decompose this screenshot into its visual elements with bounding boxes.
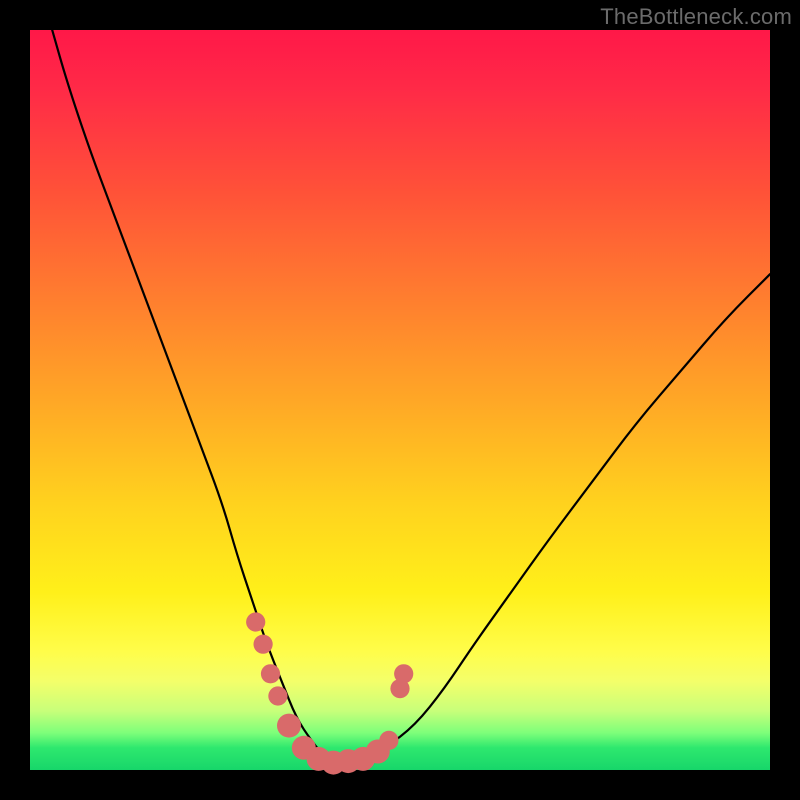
curve-marker [379, 731, 398, 750]
plot-area [30, 30, 770, 770]
curve-marker [394, 664, 413, 683]
curve-marker [261, 664, 280, 683]
chart-frame: TheBottleneck.com [0, 0, 800, 800]
curve-marker [277, 714, 301, 738]
bottleneck-curve [52, 30, 770, 762]
curve-markers [246, 612, 413, 774]
curve-layer [30, 30, 770, 770]
watermark-text: TheBottleneck.com [600, 4, 792, 30]
curve-marker [268, 686, 287, 705]
curve-marker [254, 635, 273, 654]
curve-marker [246, 612, 265, 631]
